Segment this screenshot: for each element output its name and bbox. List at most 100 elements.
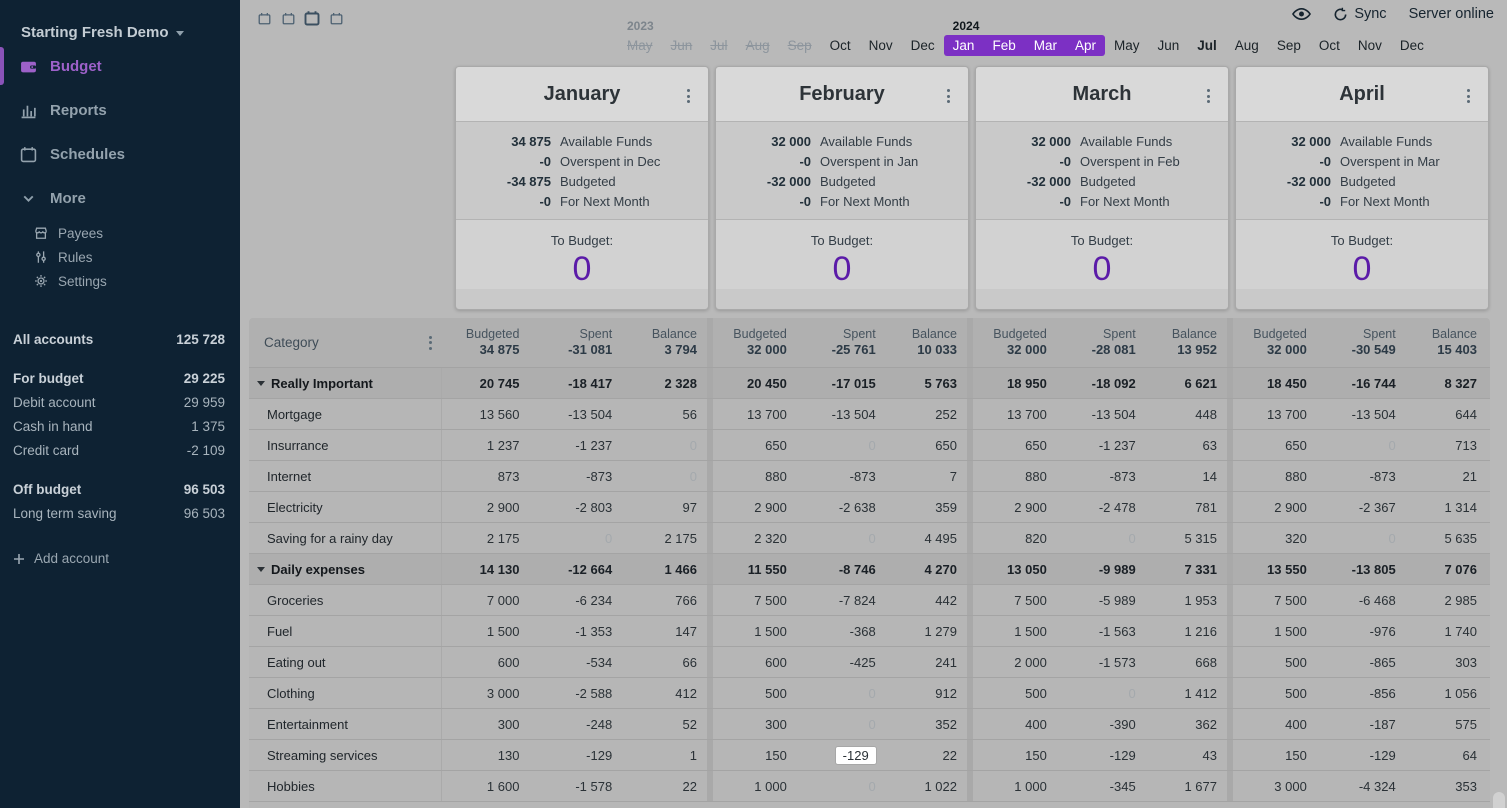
spent-cell[interactable]: -390 [1057, 709, 1146, 739]
sidebar-item-budget[interactable]: Budget [0, 47, 240, 85]
balance-cell[interactable]: 781 [1146, 492, 1227, 522]
spent-cell[interactable]: -13 504 [797, 399, 886, 429]
budgeted-cell[interactable]: 880 [973, 461, 1057, 491]
budgeted-cell[interactable]: 13 700 [1233, 399, 1317, 429]
budgeted-cell[interactable]: 2 900 [973, 492, 1057, 522]
spent-cell[interactable]: -17 015 [797, 368, 886, 398]
spent-cell[interactable]: -1 353 [529, 616, 622, 646]
sidebar-item-payees[interactable]: Payees [0, 221, 240, 245]
month-nav-nov[interactable]: Nov [1349, 35, 1391, 56]
budgeted-cell[interactable]: 1 500 [442, 616, 529, 646]
balance-cell[interactable]: 22 [622, 771, 707, 801]
spent-cell[interactable]: -129 [797, 740, 886, 770]
category-name-cell[interactable]: Really Important [249, 368, 442, 398]
budgeted-cell[interactable]: 820 [973, 523, 1057, 553]
budgeted-cell[interactable]: 1 000 [973, 771, 1057, 801]
balance-cell[interactable]: 7 [886, 461, 967, 491]
spent-cell[interactable]: -4 324 [1317, 771, 1406, 801]
off-budget-row[interactable]: Off budget 96 503 [13, 477, 225, 501]
balance-cell[interactable]: 1 953 [1146, 585, 1227, 615]
month-nav-jul[interactable]: Jul [1188, 35, 1226, 56]
spent-cell[interactable]: -187 [1317, 709, 1406, 739]
budgeted-cell[interactable]: 1 237 [442, 430, 529, 460]
month-menu-kebab-icon[interactable] [945, 87, 952, 105]
spent-cell[interactable]: -5 989 [1057, 585, 1146, 615]
budgeted-cell[interactable]: 3 000 [1233, 771, 1317, 801]
budgeted-cell[interactable]: 2 320 [713, 523, 797, 553]
spent-column-header[interactable]: Spent-31 081 [529, 318, 622, 367]
calendar-months-button-2[interactable] [278, 8, 298, 28]
month-nav-may2023[interactable]: 2023May [618, 35, 662, 56]
spent-cell[interactable]: -873 [1317, 461, 1406, 491]
spent-cell[interactable]: -13 805 [1317, 554, 1406, 584]
budgeted-cell[interactable]: 320 [1233, 523, 1317, 553]
sidebar-item-more[interactable]: More [0, 179, 240, 217]
balance-cell[interactable]: 713 [1406, 430, 1487, 460]
budgeted-cell[interactable]: 500 [1233, 678, 1317, 708]
expand-triangle-icon[interactable] [257, 381, 265, 386]
category-name-cell[interactable]: Groceries [249, 585, 442, 615]
budgeted-cell[interactable]: 1 000 [713, 771, 797, 801]
balance-cell[interactable]: 4 495 [886, 523, 967, 553]
balance-cell[interactable]: 21 [1406, 461, 1487, 491]
expand-triangle-icon[interactable] [257, 567, 265, 572]
balance-cell[interactable]: 1 412 [1146, 678, 1227, 708]
month-nav-apr[interactable]: Apr [1066, 35, 1105, 56]
budgeted-cell[interactable]: 2 900 [1233, 492, 1317, 522]
month-nav-sep[interactable]: Sep [1268, 35, 1310, 56]
account-row-long-term-saving[interactable]: Long term saving 96 503 [13, 501, 225, 525]
privacy-toggle-button[interactable] [1292, 7, 1311, 21]
budgeted-cell[interactable]: 13 550 [1233, 554, 1317, 584]
category-name-cell[interactable]: Hobbies [249, 771, 442, 801]
spent-cell[interactable]: -1 578 [529, 771, 622, 801]
balance-cell[interactable]: 766 [622, 585, 707, 615]
budgeted-cell[interactable]: 500 [713, 678, 797, 708]
to-budget-value[interactable]: 0 [1093, 250, 1112, 289]
month-menu-kebab-icon[interactable] [1205, 87, 1212, 105]
calendar-months-button-1[interactable] [254, 8, 274, 28]
spent-cell[interactable]: -1 237 [529, 430, 622, 460]
spent-cell[interactable]: 0 [529, 523, 622, 553]
balance-cell[interactable]: 1 056 [1406, 678, 1487, 708]
sidebar-item-rules[interactable]: Rules [0, 245, 240, 269]
spent-cell[interactable]: -1 563 [1057, 616, 1146, 646]
budgeted-cell[interactable]: 150 [973, 740, 1057, 770]
spent-cell[interactable]: -6 234 [529, 585, 622, 615]
account-row-cash[interactable]: Cash in hand 1 375 [13, 414, 225, 438]
spent-cell[interactable]: -129 [1317, 740, 1406, 770]
balance-cell[interactable]: 1 677 [1146, 771, 1227, 801]
balance-cell[interactable]: 359 [886, 492, 967, 522]
balance-cell[interactable]: 668 [1146, 647, 1227, 677]
balance-cell[interactable]: 0 [622, 430, 707, 460]
month-nav-oct[interactable]: Oct [1310, 35, 1349, 56]
balance-cell[interactable]: 7 331 [1146, 554, 1227, 584]
spent-cell[interactable]: -1 237 [1057, 430, 1146, 460]
month-nav-jul[interactable]: Jul [701, 35, 736, 56]
balance-cell[interactable]: 1 740 [1406, 616, 1487, 646]
balance-cell[interactable]: 1 279 [886, 616, 967, 646]
category-name-cell[interactable]: Eating out [249, 647, 442, 677]
budgeted-column-header[interactable]: Budgeted32 000 [1233, 318, 1317, 367]
spent-cell[interactable]: -8 746 [797, 554, 886, 584]
category-name-cell[interactable]: Daily expenses [249, 554, 442, 584]
month-nav-aug[interactable]: Aug [737, 35, 779, 56]
balance-cell[interactable]: 1 [622, 740, 707, 770]
spent-cell[interactable]: 0 [1317, 523, 1406, 553]
to-budget-value[interactable]: 0 [1353, 250, 1372, 289]
spent-cell[interactable]: -129 [1057, 740, 1146, 770]
balance-cell[interactable]: 241 [886, 647, 967, 677]
calendar-months-button-3[interactable] [302, 8, 322, 28]
balance-cell[interactable]: 5 635 [1406, 523, 1487, 553]
budgeted-cell[interactable]: 7 000 [442, 585, 529, 615]
budgeted-cell[interactable]: 7 500 [1233, 585, 1317, 615]
budget-file-switcher[interactable]: Starting Fresh Demo [0, 0, 240, 41]
budgeted-cell[interactable]: 600 [713, 647, 797, 677]
month-nav-feb[interactable]: Feb [983, 35, 1024, 56]
spent-cell[interactable]: -856 [1317, 678, 1406, 708]
balance-cell[interactable]: 0 [622, 461, 707, 491]
spent-cell[interactable]: 0 [1057, 678, 1146, 708]
balance-cell[interactable]: 7 076 [1406, 554, 1487, 584]
month-nav-nov[interactable]: Nov [860, 35, 902, 56]
category-name-cell[interactable]: Mortgage [249, 399, 442, 429]
spent-column-header[interactable]: Spent-25 761 [797, 318, 886, 367]
